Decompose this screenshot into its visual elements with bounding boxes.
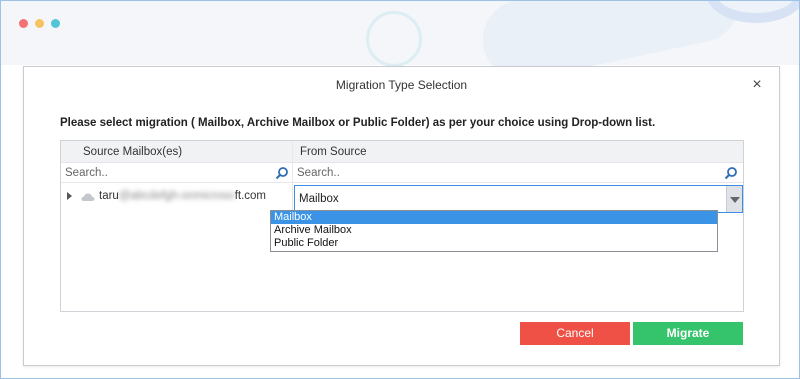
search-icon[interactable] <box>724 166 738 180</box>
migration-type-dropdown[interactable]: Mailbox <box>294 185 743 213</box>
mailbox-email: taru@abcdefgh-onmicrosoft.com <box>99 190 267 202</box>
background-circle <box>366 11 422 67</box>
table-row[interactable]: taru@abcdefgh-onmicrosoft.com Mailbox <box>61 184 743 213</box>
window-controls <box>19 19 60 28</box>
cloud-icon <box>81 193 95 201</box>
window-minimize-dot[interactable] <box>35 19 44 28</box>
column-header-from-source[interactable]: From Source <box>300 146 366 158</box>
search-row <box>61 163 743 183</box>
source-search-input[interactable] <box>65 164 270 182</box>
window-close-dot[interactable] <box>19 19 28 28</box>
dropdown-list: Mailbox Archive Mailbox Public Folder <box>270 210 718 252</box>
screen: Migration Type Selection × Please select… <box>0 0 800 379</box>
dropdown-option-archive-mailbox[interactable]: Archive Mailbox <box>271 224 717 237</box>
search-icon[interactable] <box>275 166 289 180</box>
close-icon[interactable]: × <box>749 77 765 93</box>
dropdown-selected-value: Mailbox <box>299 193 339 205</box>
window-maximize-dot[interactable] <box>51 19 60 28</box>
column-header-source[interactable]: Source Mailbox(es) <box>83 146 182 158</box>
from-source-search-input[interactable] <box>297 164 717 182</box>
expand-arrow-icon[interactable] <box>67 192 72 200</box>
dropdown-option-mailbox[interactable]: Mailbox <box>271 211 717 224</box>
migrate-button[interactable]: Migrate <box>633 322 743 345</box>
dropdown-option-public-folder[interactable]: Public Folder <box>271 237 717 250</box>
cancel-button[interactable]: Cancel <box>520 322 630 345</box>
grid-header: Source Mailbox(es) From Source <box>61 141 743 163</box>
chevron-down-icon[interactable] <box>726 186 742 212</box>
dialog-title: Migration Type Selection <box>335 78 468 92</box>
instruction-text: Please select migration ( Mailbox, Archi… <box>60 117 656 129</box>
